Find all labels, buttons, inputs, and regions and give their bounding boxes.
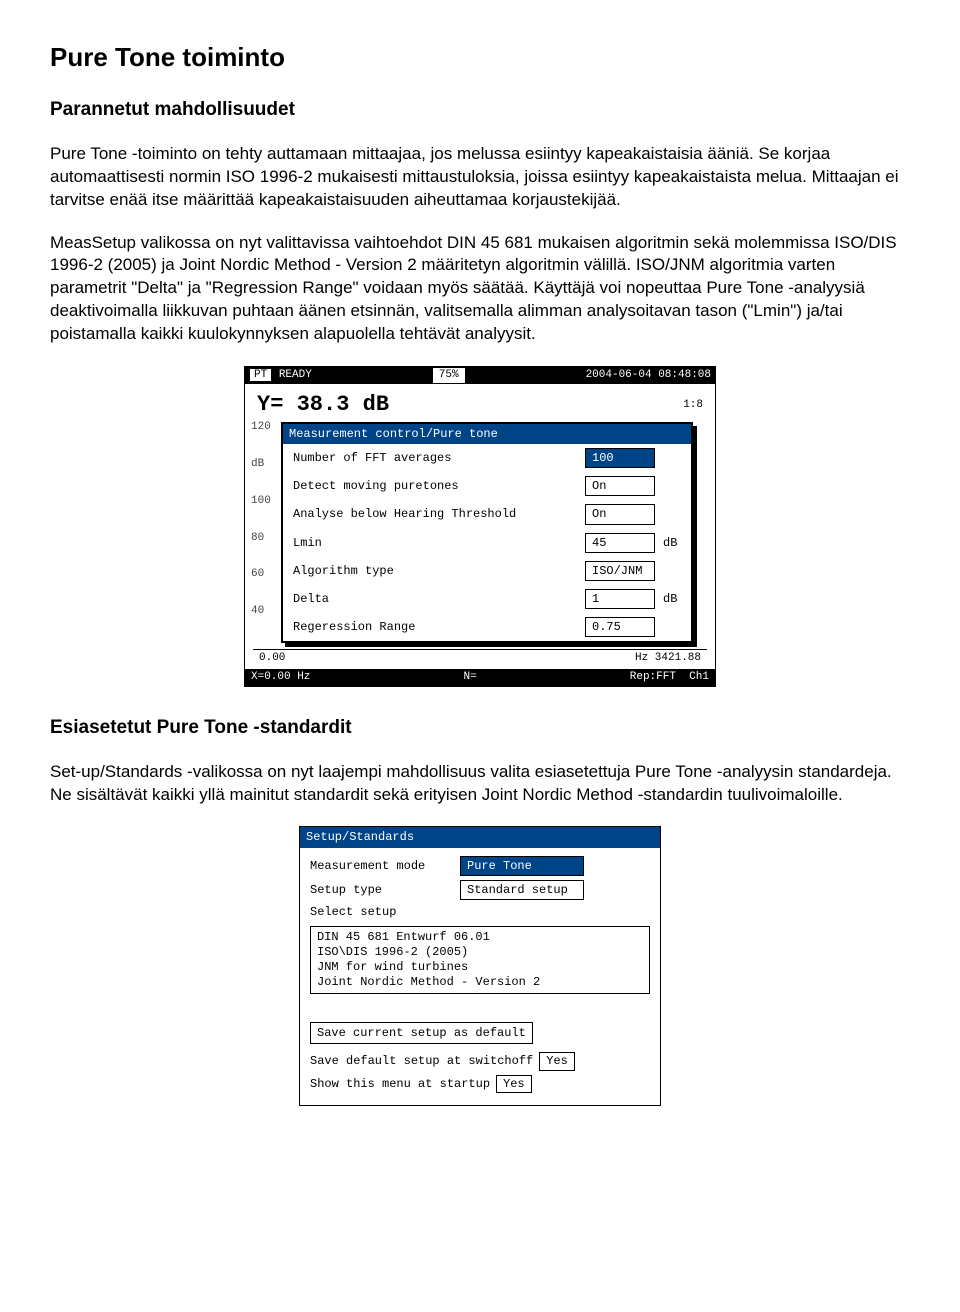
list-item[interactable]: DIN 45 681 Entwurf 06.01 bbox=[317, 930, 643, 945]
mode-value[interactable]: Pure Tone bbox=[460, 856, 584, 876]
x-start: 0.00 bbox=[259, 651, 285, 666]
screenshot-meas-control: PT READY 75% 2004-06-04 08:48:08 Y= 38.3… bbox=[244, 366, 716, 687]
setting-row: Analyse below Hearing ThresholdOn bbox=[283, 500, 691, 528]
dialog-title: Setup/Standards bbox=[300, 827, 660, 847]
setting-value[interactable]: 0.75 bbox=[585, 617, 655, 637]
x-end: Hz 3421.88 bbox=[635, 651, 701, 666]
screenshot-setup-standards: Setup/Standards Measurement mode Pure To… bbox=[299, 826, 661, 1105]
save-switchoff-value[interactable]: Yes bbox=[539, 1052, 575, 1070]
y-axis-ticks: 120 dB 100 80 60 40 bbox=[251, 420, 271, 641]
mode-badge: PT bbox=[249, 368, 272, 382]
progress-pct: 75% bbox=[433, 368, 465, 383]
setting-label: Analyse below Hearing Threshold bbox=[293, 506, 585, 522]
list-item[interactable]: JNM for wind turbines bbox=[317, 960, 643, 975]
setting-row: Delta1 dB bbox=[283, 585, 691, 613]
status-x: X=0.00 Hz bbox=[251, 670, 310, 685]
show-startup-value[interactable]: Yes bbox=[496, 1075, 532, 1093]
setting-value[interactable]: 100 bbox=[585, 448, 655, 468]
page-title: Pure Tone toiminto bbox=[50, 40, 910, 75]
subheading-presets: Esiasetetut Pure Tone -standardit bbox=[50, 715, 910, 741]
list-item[interactable]: ISO\DIS 1996-2 (2005) bbox=[317, 945, 643, 960]
setting-label: Delta bbox=[293, 591, 585, 607]
setting-unit: dB bbox=[663, 535, 681, 551]
setting-row: Algorithm typeISO/JNM bbox=[283, 557, 691, 585]
setting-label: Detect moving puretones bbox=[293, 478, 585, 494]
paragraph-3: Set-up/Standards -valikossa on nyt laaje… bbox=[50, 761, 910, 807]
subheading-improvements: Parannetut mahdollisuudet bbox=[50, 97, 910, 123]
paragraph-1: Pure Tone -toiminto on tehty auttamaan m… bbox=[50, 143, 910, 212]
setting-value[interactable]: 45 bbox=[585, 533, 655, 553]
show-startup-label: Show this menu at startup bbox=[310, 1076, 490, 1092]
setting-row: Detect moving puretonesOn bbox=[283, 472, 691, 500]
scale-text: 1:8 bbox=[683, 398, 703, 413]
dialog-pure-tone: Measurement control/Pure tone Number of … bbox=[281, 422, 693, 644]
setting-value[interactable]: On bbox=[585, 476, 655, 496]
status-rep: Rep:FFT bbox=[630, 671, 676, 683]
setting-row: Lmin45 dB bbox=[283, 529, 691, 557]
datetime-text: 2004-06-04 08:48:08 bbox=[586, 368, 711, 383]
setting-value[interactable]: 1 bbox=[585, 589, 655, 609]
setup-type-value[interactable]: Standard setup bbox=[460, 880, 584, 900]
paragraph-2: MeasSetup valikossa on nyt valittavissa … bbox=[50, 232, 910, 347]
select-setup-label: Select setup bbox=[310, 904, 460, 920]
setting-unit: dB bbox=[663, 591, 681, 607]
setup-list[interactable]: DIN 45 681 Entwurf 06.01ISO\DIS 1996-2 (… bbox=[310, 926, 650, 994]
save-default-button[interactable]: Save current setup as default bbox=[310, 1022, 533, 1044]
mode-label: Measurement mode bbox=[310, 858, 460, 874]
setting-label: Algorithm type bbox=[293, 563, 585, 579]
status-text: READY bbox=[279, 369, 312, 381]
list-item[interactable]: Joint Nordic Method - Version 2 bbox=[317, 975, 643, 990]
setting-row: Regeression Range0.75 bbox=[283, 613, 691, 641]
status-n: N= bbox=[463, 670, 476, 685]
setting-row: Number of FFT averages100 bbox=[283, 444, 691, 472]
setting-label: Regeression Range bbox=[293, 619, 585, 635]
setting-label: Lmin bbox=[293, 535, 585, 551]
status-ch: Ch1 bbox=[689, 671, 709, 683]
setting-label: Number of FFT averages bbox=[293, 450, 585, 466]
save-switchoff-label: Save default setup at switchoff bbox=[310, 1053, 533, 1069]
setting-value[interactable]: ISO/JNM bbox=[585, 561, 655, 581]
setup-type-label: Setup type bbox=[310, 882, 460, 898]
y-value: Y= 38.3 dB bbox=[257, 390, 389, 420]
dialog-title: Measurement control/Pure tone bbox=[283, 424, 691, 444]
setting-value[interactable]: On bbox=[585, 504, 655, 524]
